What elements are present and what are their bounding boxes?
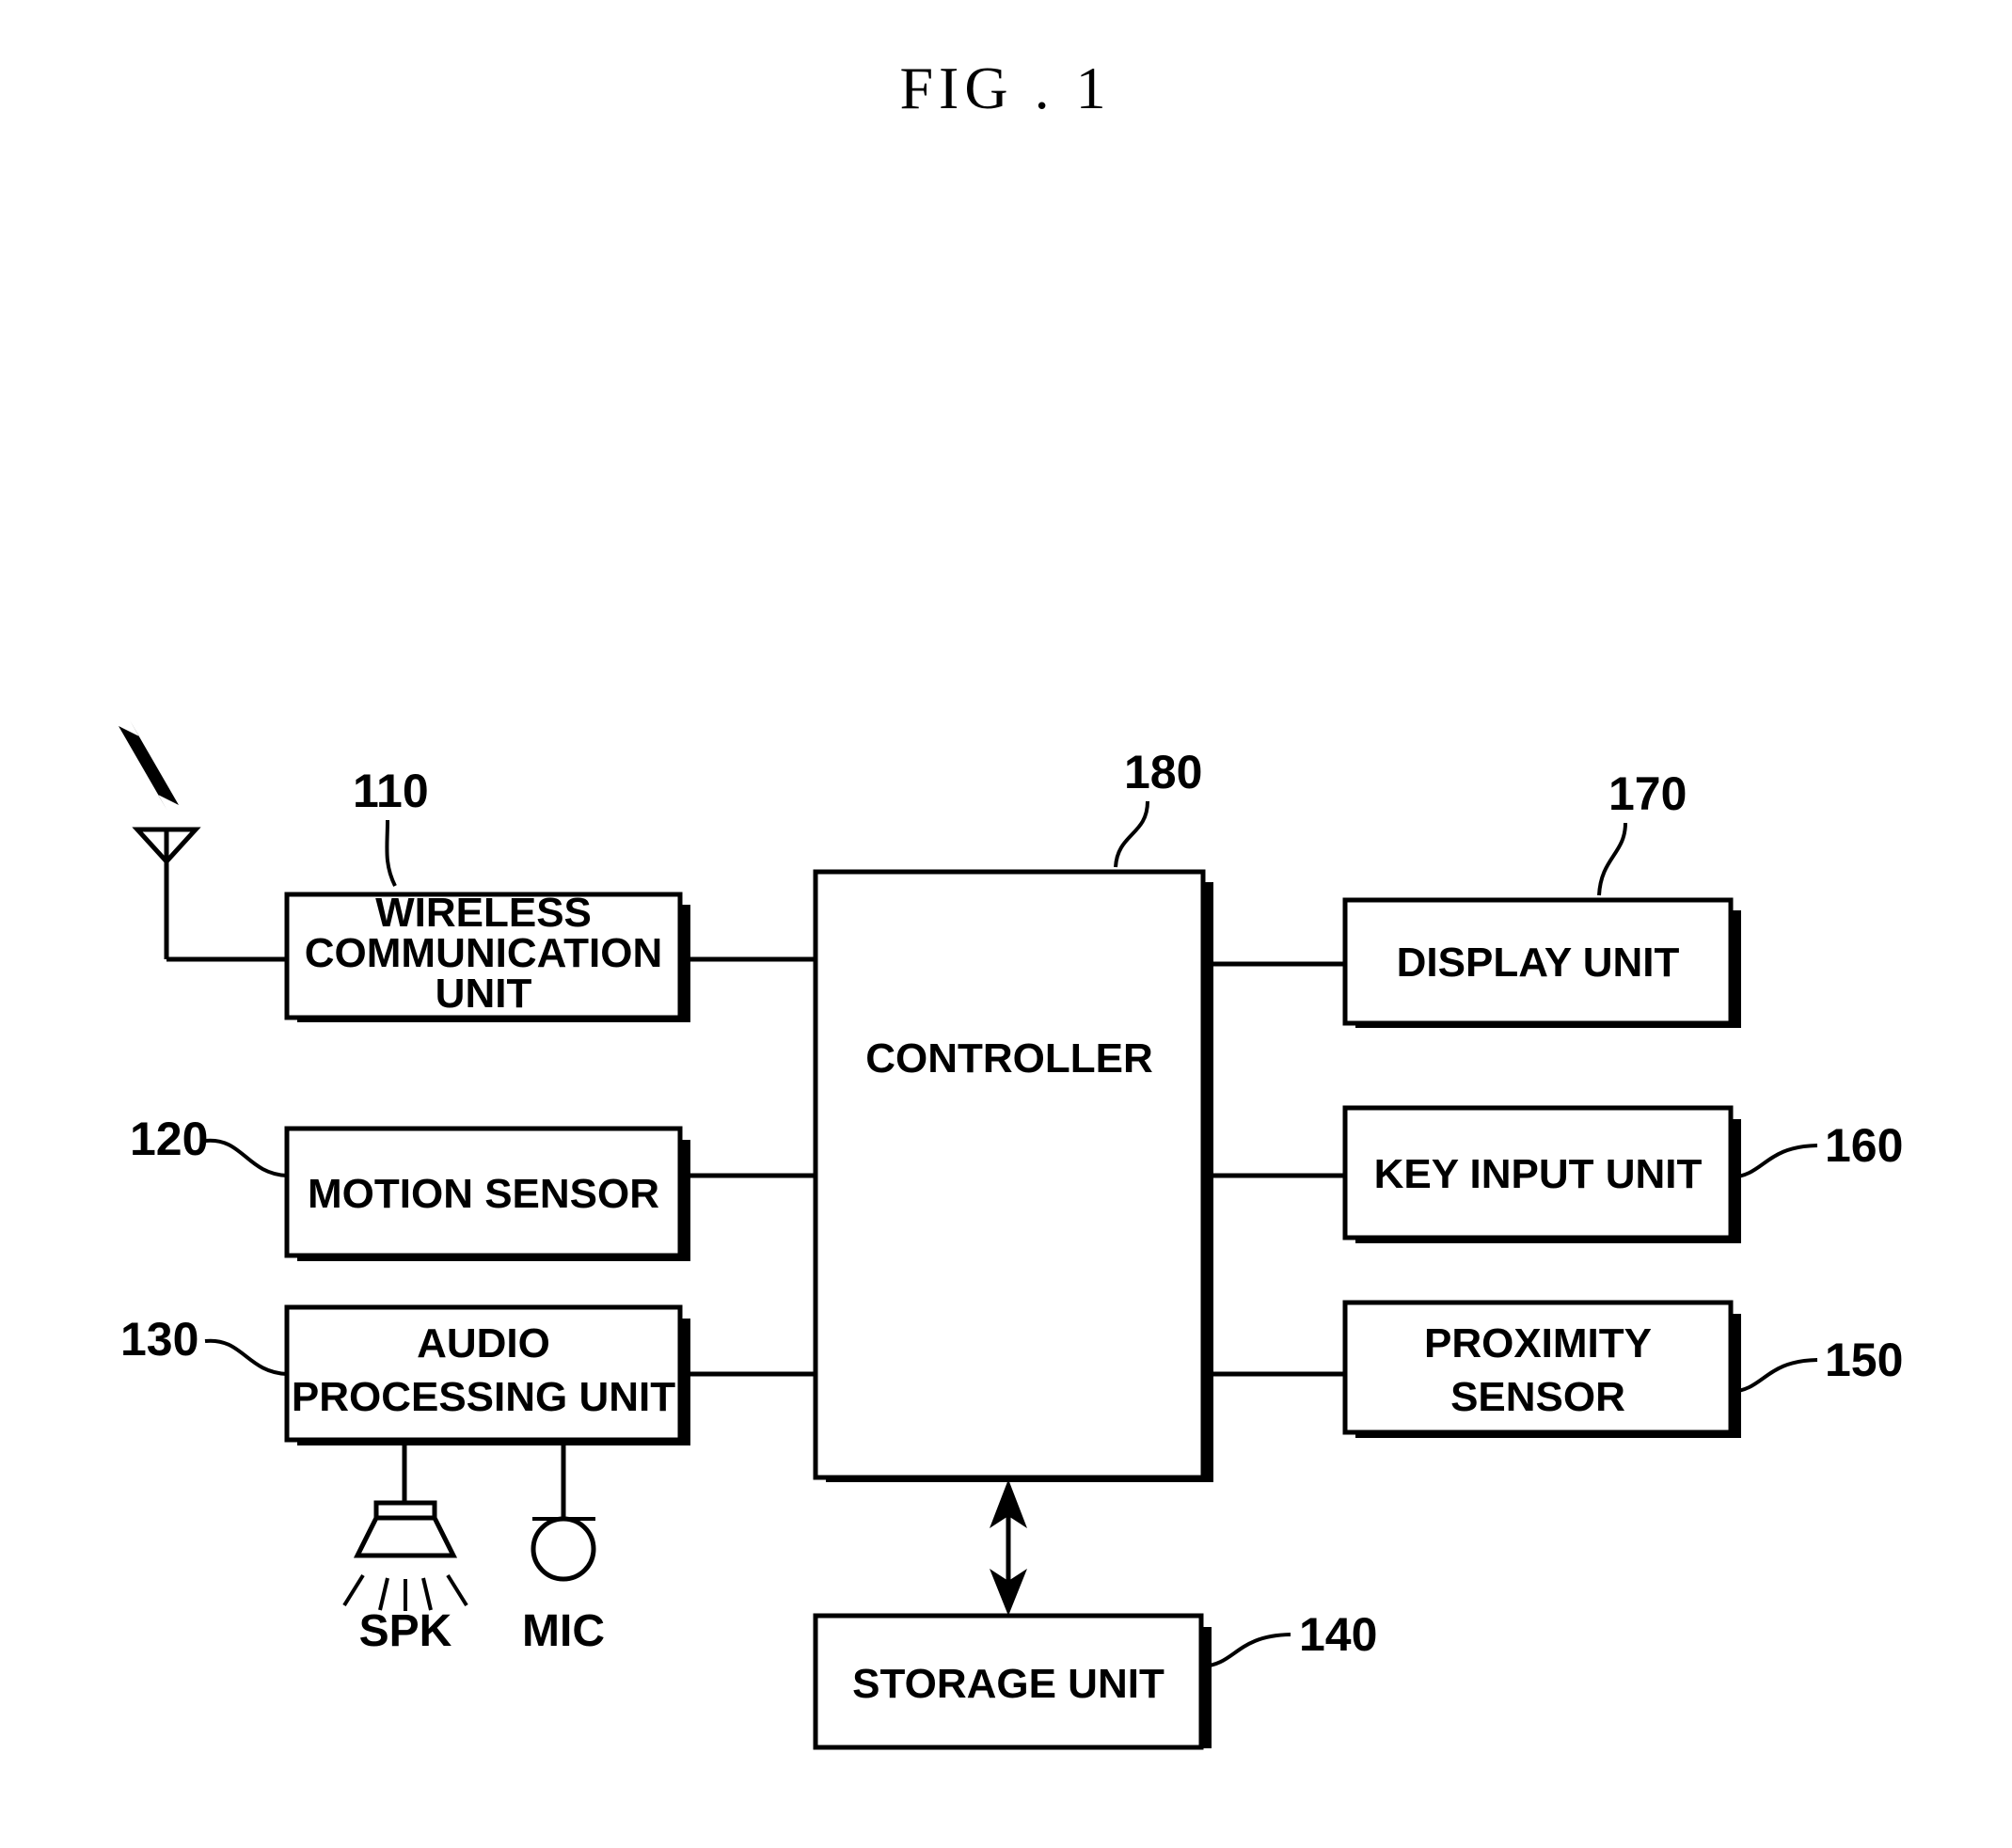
box-outline[interactable] (813, 869, 1206, 1480)
leader-line-170 (1597, 822, 1627, 896)
leader-line-110 (385, 819, 397, 887)
figure-title: FIG . 1 (899, 55, 1111, 121)
ref-numeral-160: 160 (1825, 1119, 1903, 1172)
speaker-cone-icon (353, 1515, 458, 1558)
microphone-peripheral: MIC (522, 1445, 605, 1656)
block-wireless-communication-unit[interactable]: WIRELESS COMMUNICATION UNIT (284, 890, 690, 1022)
block-label-line-1: CONTROLLER (865, 1035, 1153, 1082)
ref-numeral-170: 170 (1608, 767, 1687, 820)
leader-line-140 (1201, 1633, 1291, 1668)
block-label-line-1: STORAGE UNIT (852, 1661, 1164, 1707)
block-label-line-2: COMMUNICATION (305, 930, 662, 976)
ref-numeral-150: 150 (1825, 1334, 1903, 1386)
block-motion-sensor[interactable]: MOTION SENSOR (284, 1126, 690, 1261)
block-storage-unit[interactable]: STORAGE UNIT (813, 1613, 1212, 1750)
block-audio-processing-unit[interactable]: AUDIO PROCESSING UNIT (284, 1304, 690, 1445)
leader-line-160 (1730, 1144, 1818, 1179)
block-controller[interactable]: CONTROLLER (813, 869, 1213, 1482)
ref-numeral-180: 180 (1124, 746, 1202, 798)
leader-line-150 (1730, 1358, 1818, 1394)
block-label-line-1: KEY INPUT UNIT (1374, 1151, 1703, 1197)
speaker-peripheral: SPK (342, 1445, 468, 1656)
ref-numeral-130: 130 (120, 1313, 198, 1366)
block-label-line-1: WIRELESS (375, 890, 592, 936)
leader-line-120 (204, 1138, 288, 1177)
block-diagram: FIG . 1 WIRELESS COMMUNICATION UNIT 110 (119, 55, 1903, 1750)
block-label-line-2: PROCESSING UNIT (292, 1374, 675, 1420)
block-display-unit[interactable]: DISPLAY UNIT (1342, 897, 1741, 1028)
leader-line-180 (1114, 800, 1149, 868)
ref-numeral-110: 110 (353, 765, 429, 817)
ref-numeral-140: 140 (1299, 1608, 1377, 1661)
block-label-line-1: MOTION SENSOR (308, 1171, 659, 1217)
block-label-line-1: DISPLAY UNIT (1397, 940, 1680, 986)
block-label-line-1: AUDIO (417, 1320, 550, 1366)
mic-capsule-icon (531, 1516, 596, 1582)
block-label-line-1: PROXIMITY (1424, 1320, 1652, 1366)
block-label-line-3: UNIT (436, 971, 532, 1017)
mic-label: MIC (522, 1606, 605, 1656)
speaker-label: SPK (359, 1606, 452, 1656)
block-key-input-unit[interactable]: KEY INPUT UNIT (1342, 1105, 1741, 1243)
block-proximity-sensor[interactable]: PROXIMITY SENSOR (1342, 1300, 1741, 1438)
patent-figure-page: FIG . 1 WIRELESS COMMUNICATION UNIT 110 (0, 0, 2012, 1848)
lightning-bolt-icon (119, 720, 179, 811)
antenna-symbol (119, 720, 289, 962)
ref-numeral-120: 120 (130, 1113, 208, 1165)
leader-line-130 (204, 1338, 288, 1376)
connector-controller-storage-arrow (990, 1479, 1027, 1616)
block-label-line-2: SENSOR (1450, 1374, 1625, 1420)
